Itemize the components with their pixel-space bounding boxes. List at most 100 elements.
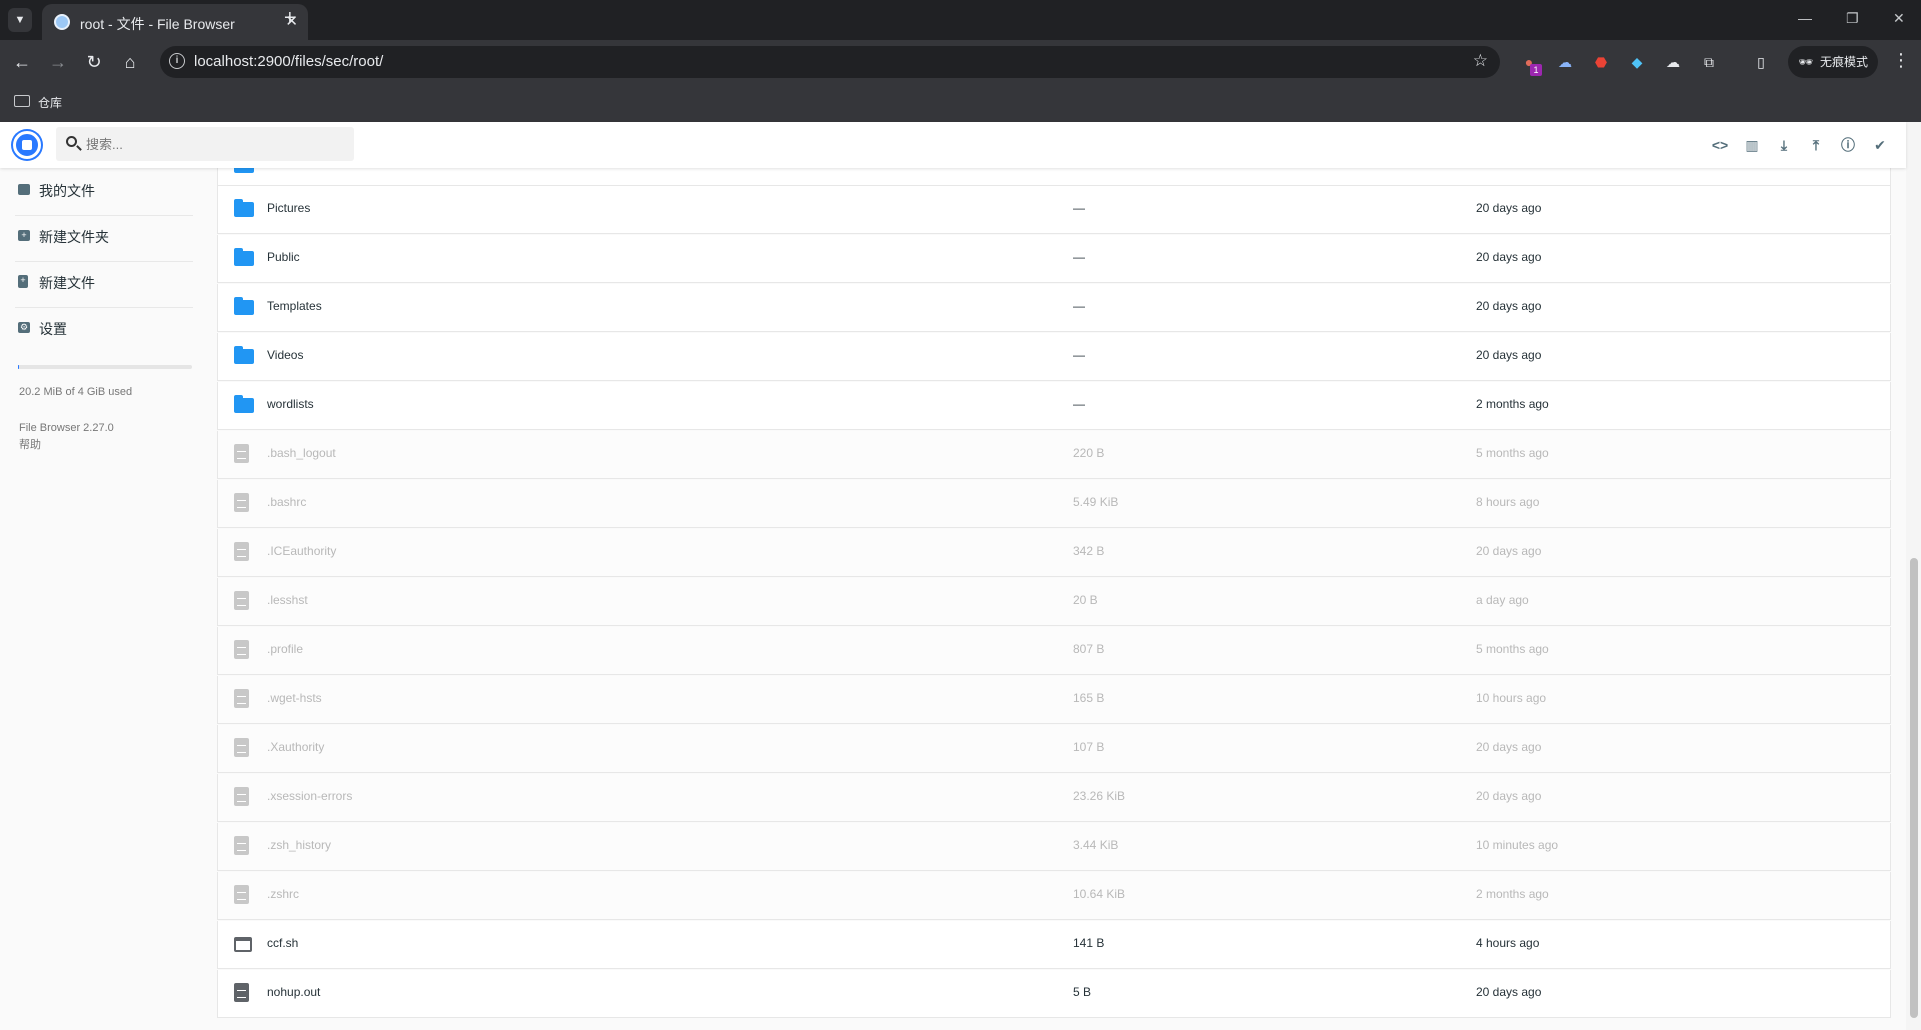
file-icon bbox=[234, 444, 249, 463]
file-size: 107 B bbox=[1073, 740, 1105, 754]
back-icon[interactable]: ← bbox=[10, 50, 34, 74]
extensions-puzzle-icon[interactable]: ⧉ bbox=[1700, 53, 1718, 71]
create-new-folder-icon: + bbox=[18, 230, 30, 241]
help-link[interactable]: 帮助 bbox=[19, 436, 41, 452]
address-bar[interactable]: i localhost:2900/files/sec/root/ ☆ bbox=[160, 46, 1500, 78]
file-icon bbox=[234, 983, 249, 1002]
file-icon bbox=[234, 738, 249, 757]
storage-usage-text: 20.2 MiB of 4 GiB used bbox=[19, 386, 133, 398]
file-row[interactable]: .zsh_history 3.44 KiB 10 minutes ago bbox=[217, 823, 1891, 871]
select-multiple-icon[interactable]: ✔ bbox=[1870, 135, 1890, 155]
scrollbar-thumb[interactable] bbox=[1910, 558, 1918, 1018]
reload-icon[interactable]: ↻ bbox=[82, 50, 106, 74]
file-row[interactable]: .xsession-errors 23.26 KiB 20 days ago bbox=[217, 774, 1891, 822]
file-row[interactable]: .bash_logout 220 B 5 months ago bbox=[217, 431, 1891, 479]
list-item-partial[interactable] bbox=[217, 168, 1891, 186]
tab-search-button[interactable]: ▼ bbox=[8, 8, 32, 32]
folder-icon bbox=[234, 199, 254, 217]
file-name: Videos bbox=[267, 348, 304, 362]
extension-shield-icon[interactable]: ⬣ bbox=[1592, 53, 1610, 71]
file-icon bbox=[234, 640, 249, 659]
file-modified: 4 hours ago bbox=[1476, 936, 1540, 950]
file-row[interactable]: Pictures — 20 days ago bbox=[217, 186, 1891, 234]
file-size: — bbox=[1073, 201, 1085, 215]
file-row[interactable]: ccf.sh 141 B 4 hours ago bbox=[217, 921, 1891, 969]
storage-progress-bar bbox=[18, 365, 192, 369]
file-modified: 20 days ago bbox=[1476, 201, 1542, 215]
file-icon bbox=[234, 836, 249, 855]
extension-cloud-icon[interactable]: ☁ bbox=[1556, 53, 1574, 71]
file-size: — bbox=[1073, 299, 1085, 313]
filebrowser-logo-icon[interactable] bbox=[13, 131, 41, 159]
sidebar-item-new-folder[interactable]: + 新建文件夹 bbox=[15, 214, 195, 260]
file-listing: Pictures —20 days ago Public —20 days ago Te… bbox=[217, 168, 1893, 1020]
page-scrollbar[interactable] bbox=[1906, 122, 1921, 1030]
file-modified: 5 months ago bbox=[1476, 642, 1549, 656]
extension-gem-icon[interactable]: ◆ bbox=[1628, 53, 1646, 71]
file-row[interactable]: wordlists — 2 months ago bbox=[217, 382, 1891, 430]
extension-hat-icon[interactable]: ☁ bbox=[1664, 53, 1682, 71]
file-row[interactable]: .wget-hsts 165 B 10 hours ago bbox=[217, 676, 1891, 724]
file-name: .xsession-errors bbox=[267, 789, 353, 803]
file-size: 5.49 KiB bbox=[1073, 495, 1119, 509]
home-icon[interactable]: ⌂ bbox=[118, 50, 142, 74]
forward-icon[interactable]: → bbox=[46, 50, 70, 74]
file-name: .bashrc bbox=[267, 495, 307, 509]
sidebar-item-my-files[interactable]: 我的文件 bbox=[15, 168, 195, 214]
folder-icon bbox=[234, 248, 254, 266]
browser-menu-icon[interactable]: ⋮ bbox=[1892, 50, 1910, 71]
file-row[interactable]: .Xauthority 107 B 20 days ago bbox=[217, 725, 1891, 773]
browser-tab-strip: ▼ root - 文件 - File Browser ✕ + — ❐ ✕ bbox=[0, 0, 1921, 40]
file-size: — bbox=[1073, 397, 1085, 411]
file-name: .Xauthority bbox=[267, 740, 325, 754]
window-close-icon[interactable]: ✕ bbox=[1893, 10, 1905, 27]
minimize-icon[interactable]: — bbox=[1798, 10, 1812, 26]
upload-icon[interactable]: ⤒ bbox=[1806, 135, 1826, 155]
file-name: .bash_logout bbox=[267, 446, 336, 460]
side-panel-icon[interactable]: ▯ bbox=[1752, 53, 1770, 71]
browser-tab[interactable]: root - 文件 - File Browser ✕ bbox=[42, 4, 308, 40]
url-text[interactable]: localhost:2900/files/sec/root/ bbox=[194, 53, 383, 70]
folder-icon bbox=[234, 297, 254, 315]
sidebar-item-label: 新建文件 bbox=[39, 275, 95, 291]
restore-icon[interactable]: ❐ bbox=[1846, 10, 1859, 27]
file-modified: 20 days ago bbox=[1476, 250, 1542, 264]
storage-progress-fill bbox=[18, 365, 19, 369]
file-row[interactable]: .lesshst 20 B a day ago bbox=[217, 578, 1891, 626]
file-name: ccf.sh bbox=[267, 936, 299, 950]
sidebar-item-new-file[interactable]: + 新建文件 bbox=[15, 260, 195, 306]
file-row[interactable]: Videos — 20 days ago bbox=[217, 333, 1891, 381]
file-row[interactable]: Public — 20 days ago bbox=[217, 235, 1891, 283]
bookmark-star-icon[interactable]: ☆ bbox=[1473, 51, 1488, 71]
file-row[interactable]: nohup.out 5 B 20 days ago bbox=[217, 970, 1891, 1018]
new-tab-icon[interactable]: + bbox=[284, 8, 296, 28]
settings-icon: ⚙ bbox=[18, 322, 30, 333]
file-row[interactable]: .profile 807 B 5 months ago bbox=[217, 627, 1891, 675]
sidebar-item-settings[interactable]: ⚙ 设置 bbox=[15, 306, 195, 352]
sidebar-item-label: 设置 bbox=[39, 321, 67, 337]
incognito-indicator[interactable]: 🕶 无痕模式 bbox=[1788, 46, 1878, 78]
file-icon bbox=[234, 542, 249, 561]
info-icon[interactable]: ⓘ bbox=[1838, 135, 1858, 155]
file-row[interactable]: Templates — 20 days ago bbox=[217, 284, 1891, 332]
file-icon bbox=[234, 885, 249, 904]
code-view-icon[interactable]: <> bbox=[1710, 135, 1730, 155]
file-name: .lesshst bbox=[267, 593, 308, 607]
search-input[interactable] bbox=[56, 127, 354, 161]
file-row[interactable]: .ICEauthority 342 B 20 days ago bbox=[217, 529, 1891, 577]
sidebar-item-label: 新建文件夹 bbox=[39, 229, 109, 245]
bookmark-folder-label[interactable]: 仓库 bbox=[38, 94, 62, 111]
file-modified: 2 months ago bbox=[1476, 887, 1549, 901]
file-size: 165 B bbox=[1073, 691, 1105, 705]
view-mode-icon[interactable]: ▥ bbox=[1742, 135, 1762, 155]
sidebar: 我的文件 + 新建文件夹 + 新建文件 ⚙ 设置 20.2 MiB of 4 G… bbox=[0, 168, 200, 1030]
file-row[interactable]: .zshrc 10.64 KiB 2 months ago bbox=[217, 872, 1891, 920]
site-info-icon[interactable]: i bbox=[169, 53, 185, 69]
file-icon bbox=[234, 591, 249, 610]
file-size: 3.44 KiB bbox=[1073, 838, 1119, 852]
tab-title: root - 文件 - File Browser bbox=[80, 16, 235, 32]
sidebar-item-label: 我的文件 bbox=[39, 183, 95, 199]
folder-icon bbox=[234, 395, 254, 413]
download-icon[interactable]: ⤓ bbox=[1774, 135, 1794, 155]
file-row[interactable]: .bashrc 5.49 KiB 8 hours ago bbox=[217, 480, 1891, 528]
